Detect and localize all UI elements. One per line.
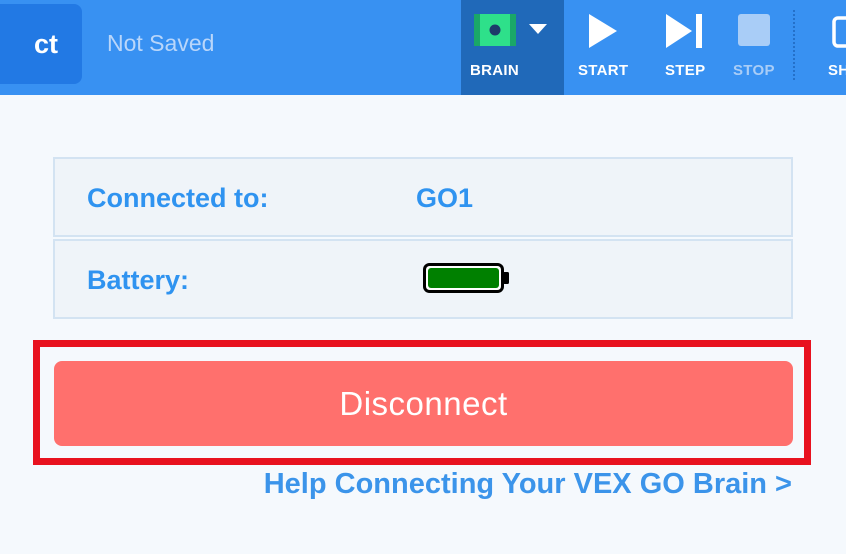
disconnect-button[interactable]: Disconnect <box>54 361 793 446</box>
start-label: START <box>578 62 629 79</box>
toolbar-divider <box>793 10 795 80</box>
connected-label: Connected to: <box>87 183 269 213</box>
project-button-label: ct <box>33 28 58 59</box>
start-button[interactable]: START <box>564 0 640 95</box>
chevron-down-icon <box>529 24 547 34</box>
play-icon <box>589 14 617 48</box>
battery-icon <box>423 263 509 293</box>
battery-label: Battery: <box>87 265 190 295</box>
step-label: STEP <box>665 62 706 79</box>
brain-label: BRAIN <box>470 62 519 79</box>
save-status: Not Saved <box>107 30 215 56</box>
brain-button[interactable]: BRAIN <box>461 0 564 95</box>
top-toolbar: ct Not Saved BRAIN START STEP STOP SH <box>0 0 846 95</box>
share-icon <box>832 16 846 48</box>
share-label: SH <box>828 62 846 79</box>
stop-icon <box>738 14 770 46</box>
battery-row: Battery: <box>53 239 793 319</box>
share-button[interactable]: SH <box>800 0 846 95</box>
stop-label: STOP <box>733 62 775 79</box>
connected-row: Connected to: GO1 <box>53 157 793 237</box>
stop-button[interactable]: STOP <box>722 0 790 95</box>
help-connecting-link[interactable]: Help Connecting Your VEX GO Brain > <box>264 468 792 501</box>
step-button[interactable]: STEP <box>648 0 720 95</box>
disconnect-label: Disconnect <box>339 384 508 422</box>
project-button[interactable]: ct <box>0 4 82 84</box>
step-icon <box>666 14 702 48</box>
device-name: GO1 <box>416 183 474 213</box>
brain-icon <box>474 14 516 46</box>
